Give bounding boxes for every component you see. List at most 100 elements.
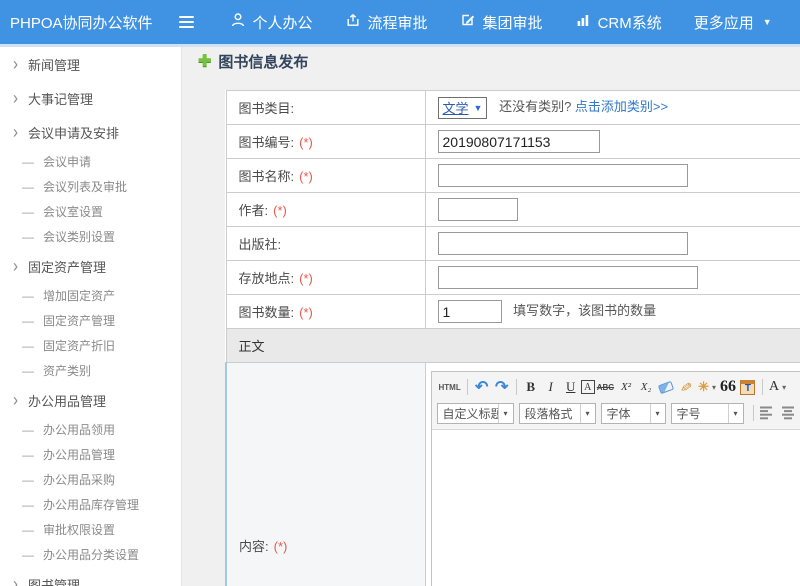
- dropdown-label: 字体: [602, 405, 650, 422]
- category-hint: 还没有类别?: [499, 99, 571, 114]
- top-header-bar: PHPOA协同办公软件 个人办公流程审批集团审批CRM系统更多应用▼: [0, 0, 800, 44]
- sidebar-subitem-label: 办公用品库存管理: [43, 496, 139, 513]
- location-input[interactable]: [438, 266, 698, 289]
- required-marker: (*): [273, 203, 287, 218]
- nav-item-label: CRM系统: [598, 12, 662, 33]
- book-name-input[interactable]: [438, 164, 688, 187]
- brush-button[interactable]: ✎: [676, 377, 696, 397]
- sidebar-section-4[interactable]: ›办公用品管理: [0, 383, 181, 417]
- form-row-content: 内容:(*) HTML↶↷BIUAABCX²X₂✎✳▾66TA▾ 自定义标题▾段…: [226, 363, 800, 586]
- wand-button[interactable]: ✳▾: [696, 377, 718, 397]
- sidebar-section-1[interactable]: ›大事记管理: [0, 81, 181, 115]
- page-title-text: 图书信息发布: [218, 51, 308, 72]
- sidebar-section-5[interactable]: ›图书管理: [0, 567, 181, 586]
- sidebar-section-label: 大事记管理: [28, 89, 93, 108]
- dash-icon: —: [22, 230, 34, 244]
- sidebar-subitem-label: 资产类别: [43, 362, 91, 379]
- sidebar-subitem[interactable]: —固定资产折旧: [0, 333, 181, 358]
- bar-chart-icon: [575, 12, 591, 32]
- chevron-right-icon: ›: [13, 55, 18, 74]
- dash-icon: —: [22, 523, 34, 537]
- html-source-button[interactable]: HTML: [437, 377, 463, 397]
- nav-personal-office[interactable]: 个人办公: [230, 12, 313, 33]
- undo-button[interactable]: ↶: [472, 377, 492, 397]
- subscript-button[interactable]: X₂: [636, 377, 656, 397]
- chevron-right-icon: ›: [13, 575, 18, 586]
- form-row-quantity: 图书数量:(*) 填写数字，该图书的数量: [226, 295, 800, 329]
- sidebar-subitem[interactable]: —办公用品库存管理: [0, 492, 181, 517]
- required-marker: (*): [299, 135, 313, 150]
- font-family-select[interactable]: 字体▾: [601, 403, 666, 424]
- dropdown-label: 字号: [672, 405, 728, 422]
- fontcolor-button[interactable]: A▾: [767, 377, 788, 397]
- eraser-button[interactable]: [656, 377, 676, 397]
- paste-icon: T: [740, 380, 755, 395]
- redo-button[interactable]: ↷: [492, 377, 512, 397]
- add-category-link[interactable]: 点击添加类别>>: [575, 99, 668, 114]
- top-nav: 个人办公 流程审批 集团审批 CRM系统 更多应用▼: [230, 12, 800, 33]
- sidebar-subitem-label: 固定资产折旧: [43, 337, 115, 354]
- sidebar-subitem[interactable]: —会议室设置: [0, 199, 181, 224]
- sidebar-subitem[interactable]: —资产类别: [0, 358, 181, 383]
- select-caret-icon: ▼: [474, 103, 483, 113]
- nav-item-label: 个人办公: [253, 12, 313, 33]
- sidebar-subitem-label: 会议类别设置: [43, 228, 115, 245]
- sidebar-subitem-label: 办公用品管理: [43, 446, 115, 463]
- editor-content-area[interactable]: [432, 430, 800, 586]
- sidebar-subitem[interactable]: — 增加固定资产: [0, 283, 181, 308]
- caret-down-icon: ▾: [712, 383, 716, 392]
- align-center-button[interactable]: [780, 405, 796, 421]
- sidebar-subitem[interactable]: —会议申请: [0, 149, 181, 174]
- nav-workflow-approval[interactable]: 流程审批: [345, 12, 428, 33]
- caret-down-icon: ▼: [763, 17, 772, 27]
- publisher-input[interactable]: [438, 232, 688, 255]
- category-select[interactable]: 文学 ▼: [438, 97, 488, 119]
- font-size-select[interactable]: 字号▾: [671, 403, 744, 424]
- body-section-label: 正文: [239, 339, 265, 354]
- book-no-label: 图书编号:: [239, 135, 295, 150]
- sidebar-subitem[interactable]: —固定资产管理: [0, 308, 181, 333]
- strikethrough-button[interactable]: ABC: [595, 377, 616, 397]
- hamburger-menu-icon[interactable]: [179, 16, 194, 28]
- eraser-icon: [658, 380, 674, 393]
- caret-down-icon: ▾: [650, 404, 665, 423]
- toolbar-separator: [753, 405, 754, 421]
- sidebar-subitem-label: 增加固定资产: [43, 287, 115, 304]
- sidebar-subitem-label: 会议列表及审批: [43, 178, 127, 195]
- sidebar-subitem[interactable]: —办公用品采购: [0, 467, 181, 492]
- align-left-icon: [758, 405, 774, 421]
- nav-crm-system[interactable]: CRM系统: [575, 12, 662, 33]
- quantity-input[interactable]: [438, 300, 502, 323]
- sidebar-section-0[interactable]: ›新闻管理: [0, 47, 181, 81]
- sidebar-section-2[interactable]: ›会议申请及安排: [0, 115, 181, 149]
- paragraph-format-select[interactable]: 段落格式▾: [519, 403, 596, 424]
- book-no-input[interactable]: [438, 130, 600, 153]
- fontbox-button[interactable]: A: [581, 380, 595, 394]
- sidebar-subitem[interactable]: —办公用品分类设置: [0, 542, 181, 567]
- align-left-button[interactable]: [758, 405, 774, 421]
- author-label: 作者:: [239, 203, 269, 218]
- author-input[interactable]: [438, 198, 518, 221]
- dash-icon: —: [22, 314, 34, 328]
- sidebar-section-3[interactable]: ›固定资产管理: [0, 249, 181, 283]
- nav-item-label: 集团审批: [483, 12, 543, 33]
- sidebar-subitem[interactable]: —审批权限设置: [0, 517, 181, 542]
- form-row-author: 作者: (*): [226, 193, 800, 227]
- sidebar-subitem[interactable]: —办公用品管理: [0, 442, 181, 467]
- dash-icon: —: [22, 205, 34, 219]
- sidebar-subitem[interactable]: —办公用品领用: [0, 417, 181, 442]
- italic-button[interactable]: I: [541, 377, 561, 397]
- paste-button[interactable]: T: [738, 377, 758, 397]
- toolbar-separator: [467, 379, 468, 395]
- custom-heading-select[interactable]: 自定义标题▾: [437, 403, 514, 424]
- nav-group-approval[interactable]: 集团审批: [460, 12, 543, 33]
- bold-button[interactable]: B: [521, 377, 541, 397]
- sidebar-section-label: 会议申请及安排: [28, 123, 119, 142]
- sidebar-subitem[interactable]: —会议列表及审批: [0, 174, 181, 199]
- dash-icon: —: [22, 289, 34, 303]
- underline-button[interactable]: U: [561, 377, 581, 397]
- nav-more-apps[interactable]: 更多应用▼: [694, 12, 772, 33]
- blockquote-button[interactable]: 66: [718, 377, 738, 397]
- superscript-button[interactable]: X²: [616, 377, 636, 397]
- sidebar-subitem[interactable]: — 会议类别设置: [0, 224, 181, 249]
